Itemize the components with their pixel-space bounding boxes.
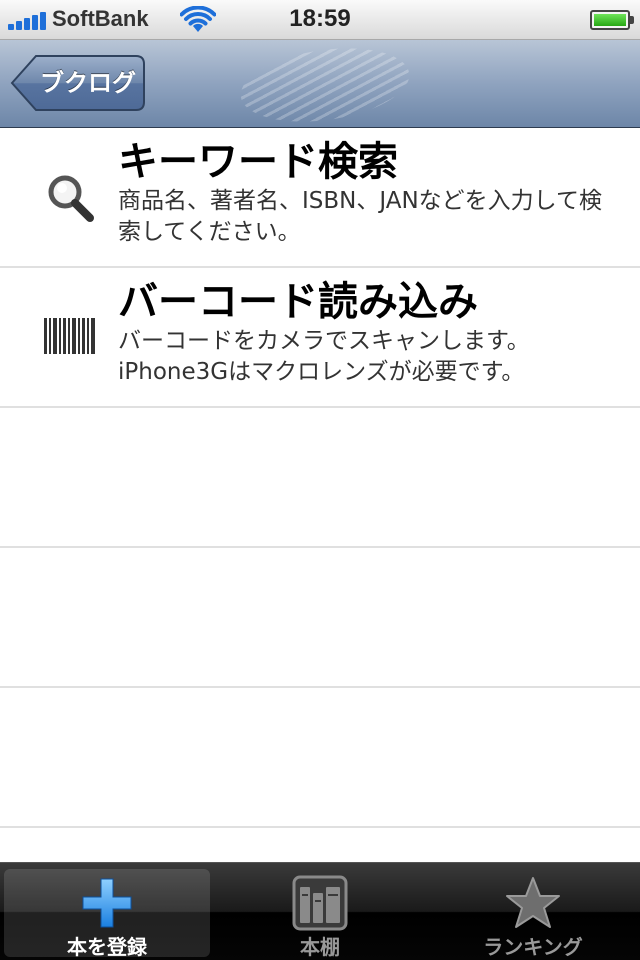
navigation-bar: ブクログ — [0, 40, 640, 128]
tab-register-book-label: 本を登録 — [67, 935, 147, 959]
bookshelf-icon — [292, 875, 348, 931]
tab-ranking-label: ランキング — [483, 935, 583, 959]
keyword-search-row[interactable]: キーワード検索 商品名、著者名、ISBN、JANなどを入力して検索してください。 — [0, 128, 640, 268]
tab-register-book[interactable]: 本を登録 — [4, 869, 210, 959]
barcode-scan-description-line2: iPhone3Gはマクロレンズが必要です。 — [118, 359, 525, 385]
search-icon — [48, 175, 94, 222]
status-time: 18:59 — [289, 5, 351, 32]
tab-bar: 本を登録 本棚 ランキング — [0, 862, 640, 960]
back-button-label: ブクログ — [40, 69, 136, 97]
tab-bookshelf-label: 本棚 — [300, 935, 340, 959]
tab-ranking[interactable]: ランキング — [430, 869, 636, 959]
plus-icon — [82, 878, 132, 928]
empty-row — [0, 408, 640, 548]
barcode-scan-row[interactable]: バーコード読み込み バーコードをカメラでスキャンします。 iPhone3Gはマク… — [0, 268, 640, 408]
tab-bookshelf[interactable]: 本棚 — [217, 869, 423, 959]
empty-row — [0, 688, 640, 828]
barcode-scan-description: バーコードをカメラでスキャンします。 iPhone3Gはマクロレンズが必要です。 — [118, 326, 618, 388]
star-icon — [506, 877, 560, 928]
empty-row — [0, 548, 640, 688]
keyword-search-title: キーワード検索 — [118, 139, 398, 185]
barcode-scan-description-line1: バーコードをカメラでスキャンします。 — [118, 328, 530, 354]
barcode-scan-title: バーコード読み込み — [118, 279, 478, 325]
nav-bar-decoration — [235, 40, 415, 127]
status-bar: SoftBank 18:59 — [0, 0, 640, 40]
registration-options-list: キーワード検索 商品名、著者名、ISBN、JANなどを入力して検索してください。… — [0, 128, 640, 828]
battery-icon — [590, 10, 634, 30]
keyword-search-description: 商品名、著者名、ISBN、JANなどを入力して検索してください。 — [118, 188, 602, 245]
back-button[interactable]: ブクログ — [10, 54, 146, 112]
barcode-icon — [44, 318, 95, 354]
